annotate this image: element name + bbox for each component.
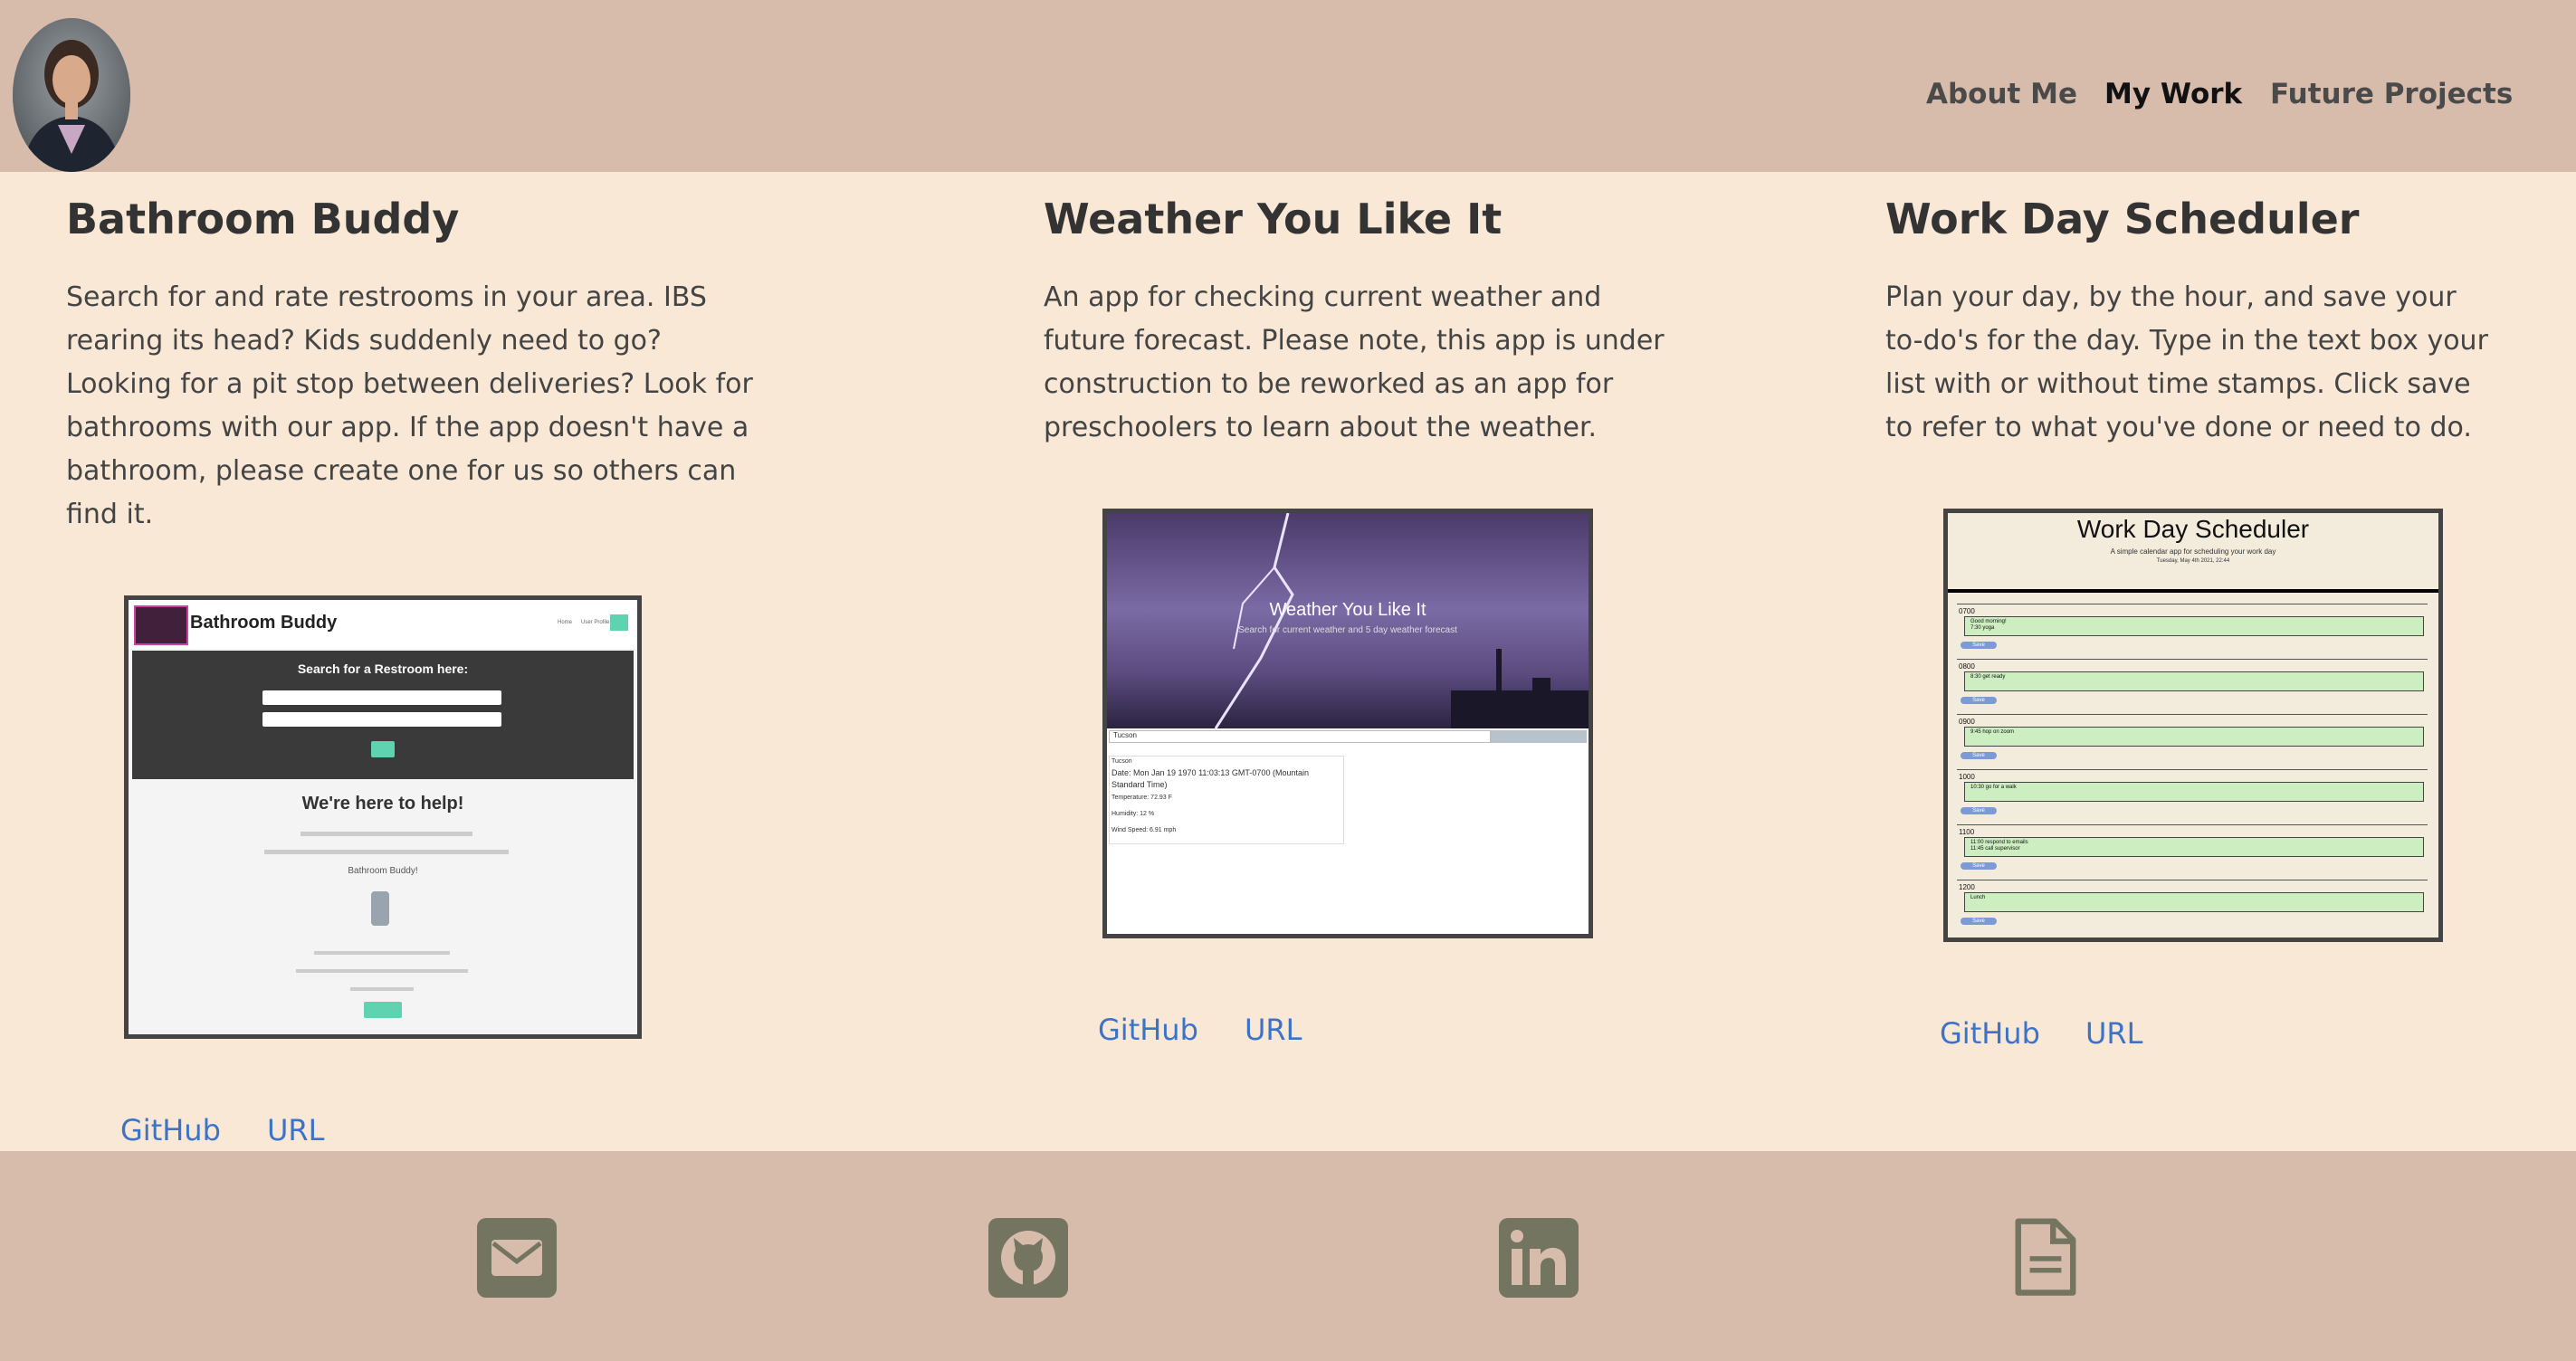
project-description-weather-you-like-it: An app for checking current weather and … xyxy=(1044,281,1665,443)
weather-hero-subtitle: Search for current weather and 5 day wea… xyxy=(1238,625,1457,635)
bb-toilet-image xyxy=(371,891,389,926)
bathroom-buddy-github-link[interactable]: GitHub xyxy=(120,1113,221,1147)
weather-search-button xyxy=(1491,730,1587,743)
weather-github-link[interactable]: GitHub xyxy=(1098,1013,1198,1047)
ws-row-divider xyxy=(1957,659,2428,660)
ws-task-textarea: 11:00 respond to emails 11:45 call super… xyxy=(1964,837,2424,857)
bb-text-line xyxy=(301,832,472,836)
weather-date: Date: Mon Jan 19 1970 11:03:13 GMT-0700 … xyxy=(1111,768,1309,789)
ws-hour-label: 0700 xyxy=(1959,607,1975,615)
weather-wind: Wind Speed: 6.91 mph xyxy=(1111,827,1177,833)
ws-save-button: Save xyxy=(1961,697,1997,704)
bb-text-line xyxy=(314,951,450,955)
ws-date: Tuesday, May 4th 2021, 22:44 xyxy=(2156,558,2230,564)
nav-future-projects[interactable]: Future Projects xyxy=(2270,78,2513,110)
bb-search-heading: Search for a Restroom here: xyxy=(297,661,469,676)
ws-task-textarea: Lunch xyxy=(1964,892,2424,912)
ws-task-textarea: 8:30 get ready xyxy=(1964,671,2424,691)
weather-result-card: Tucson Date: Mon Jan 19 1970 11:03:13 GM… xyxy=(1109,756,1344,844)
weather-hero-title: Weather You Like It xyxy=(1269,600,1426,620)
project-title-bathroom-buddy: Bathroom Buddy xyxy=(66,195,460,243)
ws-hour-label: 0800 xyxy=(1959,662,1975,671)
ws-title: Work Day Scheduler xyxy=(2076,515,2310,543)
project-title-work-day-scheduler: Work Day Scheduler xyxy=(1885,195,2360,243)
bb-buddy-text: Bathroom Buddy! xyxy=(348,866,418,876)
bb-brand: Bathroom Buddy xyxy=(190,613,338,633)
site-header: About Me My Work Future Projects xyxy=(0,0,2576,172)
bb-nav-user: User Profile xyxy=(581,620,610,625)
bb-navbar: Bathroom Buddy Home User Profile xyxy=(129,600,637,649)
bb-search-panel: Search for a Restroom here: xyxy=(132,651,634,779)
email-icon[interactable] xyxy=(477,1218,557,1298)
bb-search-button xyxy=(371,741,395,757)
ws-save-button: Save xyxy=(1961,752,1997,759)
ws-row-divider xyxy=(1957,824,2428,825)
ws-hour-label: 1200 xyxy=(1959,883,1975,891)
weather-city: Tucson xyxy=(1111,758,1132,765)
ws-task-textarea: Good morning! 7:30 yoga xyxy=(1964,616,2424,636)
nav-my-work[interactable]: My Work xyxy=(2104,78,2242,110)
bathroom-buddy-url-link[interactable]: URL xyxy=(267,1113,324,1147)
nav-about-me[interactable]: About Me xyxy=(1926,78,2077,110)
github-icon[interactable] xyxy=(988,1218,1068,1298)
bb-search-input-2 xyxy=(262,712,501,727)
ws-row-divider xyxy=(1957,769,2428,770)
weather-hero-image: Weather You Like It Search for current w… xyxy=(1107,513,1589,728)
ws-save-button: Save xyxy=(1961,642,1997,649)
ws-save-button: Save xyxy=(1961,807,1997,814)
scheduler-screenshot[interactable]: Work Day Scheduler A simple calendar app… xyxy=(1943,509,2443,942)
project-description-work-day-scheduler: Plan your day, by the hour, and save you… xyxy=(1885,281,2488,443)
bb-text-line xyxy=(264,850,509,854)
project-title-weather-you-like-it: Weather You Like It xyxy=(1044,195,1503,243)
lightning-icon xyxy=(1214,513,1589,728)
weather-url-link[interactable]: URL xyxy=(1245,1013,1302,1047)
project-description-bathroom-buddy: Search for and rate restrooms in your ar… xyxy=(66,281,753,530)
resume-icon[interactable] xyxy=(2010,1218,2081,1298)
bb-text-line xyxy=(350,987,414,991)
avatar xyxy=(13,18,130,172)
ws-row-divider xyxy=(1957,714,2428,715)
scheduler-url-link[interactable]: URL xyxy=(2085,1016,2142,1051)
bb-logo-image xyxy=(134,605,188,645)
weather-screenshot[interactable]: Weather You Like It Search for current w… xyxy=(1102,509,1593,938)
bb-login-button xyxy=(610,614,628,631)
ws-save-button: Save xyxy=(1961,918,1997,925)
ws-hour-label: 1000 xyxy=(1959,773,1975,781)
ws-hour-label: 1100 xyxy=(1959,828,1975,836)
ws-hour-label: 0900 xyxy=(1959,718,1975,726)
scheduler-github-link[interactable]: GitHub xyxy=(1940,1016,2040,1051)
ws-task-textarea: 9:45 hop on zoom xyxy=(1964,727,2424,747)
ws-subtitle: A simple calendar app for scheduling you… xyxy=(2110,547,2276,556)
weather-temp: Temperature: 72.93 F xyxy=(1111,795,1172,801)
ws-task-textarea: 10:30 go for a walk xyxy=(1964,782,2424,802)
bb-signup-button xyxy=(364,1002,402,1018)
weather-search-input: Tucson xyxy=(1109,730,1491,743)
avatar-photo xyxy=(13,18,130,172)
bb-search-input-1 xyxy=(262,690,501,705)
bathroom-buddy-screenshot[interactable]: Bathroom Buddy Home User Profile Search … xyxy=(124,595,642,1039)
ws-save-button: Save xyxy=(1961,862,1997,870)
bb-text-line xyxy=(296,969,468,973)
weather-humidity: Humidity: 12 % xyxy=(1111,811,1155,817)
weather-search-value: Tucson xyxy=(1113,731,1137,739)
linkedin-icon[interactable] xyxy=(1499,1218,1579,1298)
bb-help-heading: We're here to help! xyxy=(301,794,464,814)
site-footer xyxy=(0,1151,2576,1361)
bb-nav-home: Home xyxy=(558,620,573,625)
ws-divider xyxy=(1948,589,2438,593)
